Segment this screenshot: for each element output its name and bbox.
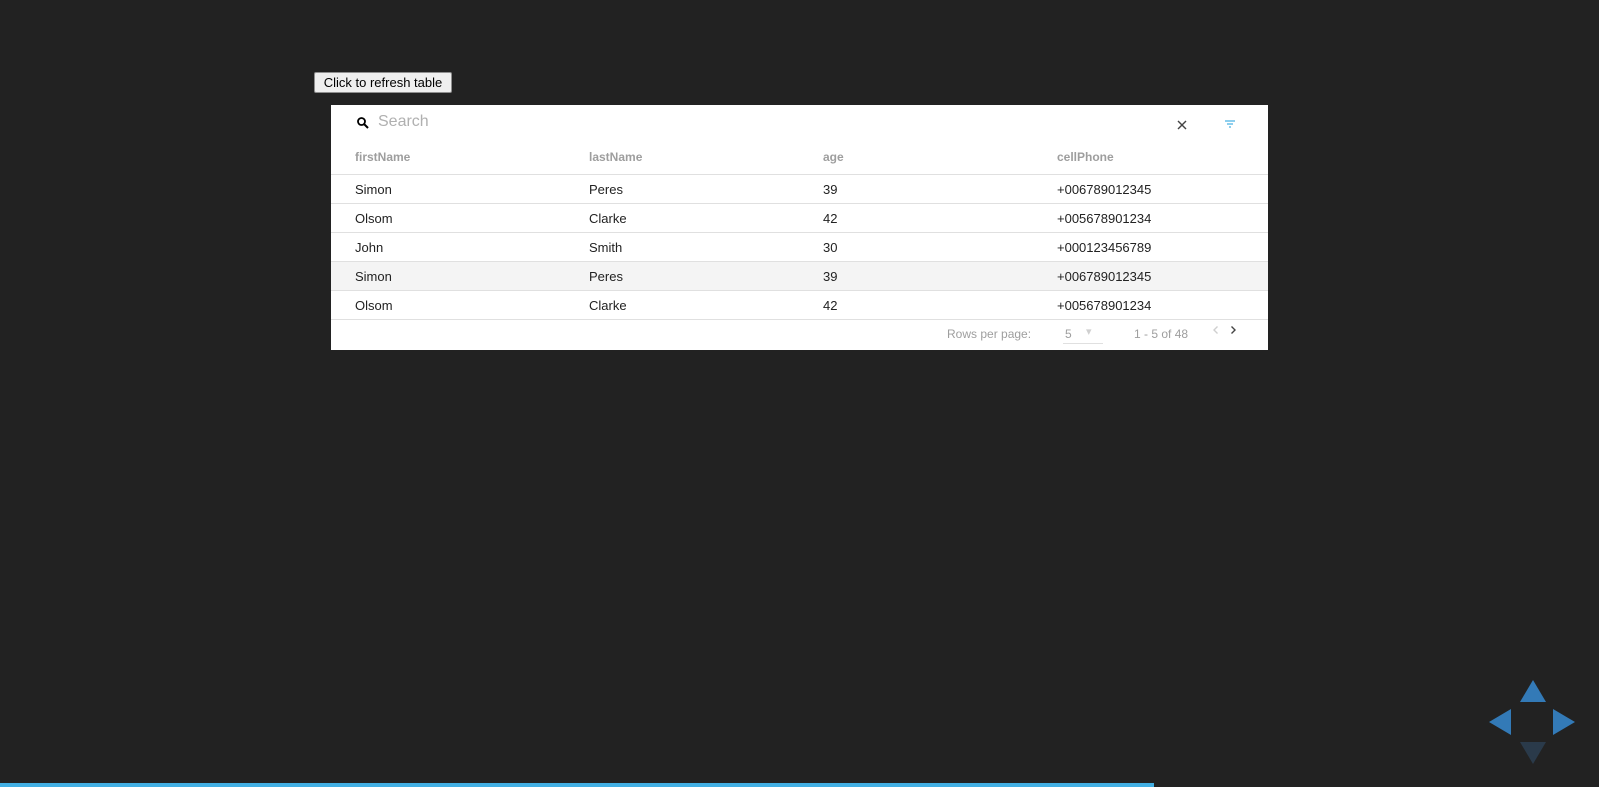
cell-cellphone: +005678901234	[1057, 298, 1152, 313]
cell-age: 39	[823, 182, 838, 197]
cell-firstname: Olsom	[355, 211, 393, 226]
cell-firstname: John	[355, 240, 384, 255]
refresh-table-button[interactable]: Click to refresh table	[314, 72, 452, 93]
table-row[interactable]: John Smith 30 +000123456789	[331, 233, 1268, 262]
chevron-left-icon[interactable]	[1209, 323, 1223, 337]
column-header-firstname[interactable]: firstName	[355, 150, 410, 164]
rows-per-page-label: Rows per page:	[947, 327, 1032, 341]
filter-icon[interactable]	[1223, 118, 1237, 132]
search-icon	[357, 117, 369, 129]
presentation-progress-bar	[0, 783, 1599, 787]
cell-age: 39	[823, 269, 838, 284]
navigate-left-icon[interactable]	[1489, 709, 1511, 735]
chevron-right-icon[interactable]	[1226, 323, 1240, 337]
table-row[interactable]: Olsom Clarke 42 +005678901234	[331, 291, 1268, 320]
cell-cellphone: +006789012345	[1057, 269, 1152, 284]
progress-fill	[0, 783, 1155, 787]
table-row[interactable]: Simon Peres 39 +006789012345	[331, 262, 1268, 291]
cell-firstname: Olsom	[355, 298, 393, 313]
data-table: firstName lastName age cellPhone Simon P…	[331, 105, 1268, 350]
slide-stage: Click to refresh table firstName lastNam…	[0, 0, 1599, 787]
cell-lastname: Peres	[589, 182, 623, 197]
column-header-cellphone[interactable]: cellPhone	[1057, 150, 1114, 164]
cell-age: 42	[823, 298, 838, 313]
table-pagination: Rows per page: 5 ▾ 1 - 5 of 48	[331, 317, 1268, 350]
cell-cellphone: +005678901234	[1057, 211, 1152, 226]
column-header-lastname[interactable]: lastName	[589, 150, 642, 164]
cell-lastname: Peres	[589, 269, 623, 284]
cell-cellphone: +000123456789	[1057, 240, 1152, 255]
cell-age: 30	[823, 240, 838, 255]
navigate-up-icon[interactable]	[1520, 680, 1546, 702]
page-range-text: 1 - 5 of 48	[1134, 327, 1189, 341]
cell-firstname: Simon	[355, 182, 392, 197]
table-toolbar	[331, 105, 1268, 141]
cell-age: 42	[823, 211, 838, 226]
table-row[interactable]: Olsom Clarke 42 +005678901234	[331, 204, 1268, 233]
rows-per-page-value: 5	[1065, 327, 1072, 341]
dropdown-arrow-icon: ▾	[1086, 326, 1092, 338]
cell-cellphone: +006789012345	[1057, 182, 1152, 197]
column-header-age[interactable]: age	[823, 150, 844, 164]
table-header-row: firstName lastName age cellPhone	[331, 141, 1268, 175]
navigate-right-icon[interactable]	[1553, 709, 1575, 735]
cell-firstname: Simon	[355, 269, 392, 284]
search-input[interactable]	[378, 110, 878, 134]
navigate-down-icon[interactable]	[1520, 742, 1546, 764]
rows-per-page-select[interactable]: 5 ▾	[1063, 323, 1103, 344]
cell-lastname: Clarke	[589, 211, 627, 226]
cell-lastname: Smith	[589, 240, 623, 255]
close-icon[interactable]	[1175, 118, 1189, 132]
table-row[interactable]: Simon Peres 39 +006789012345	[331, 175, 1268, 204]
cell-lastname: Clarke	[589, 298, 627, 313]
